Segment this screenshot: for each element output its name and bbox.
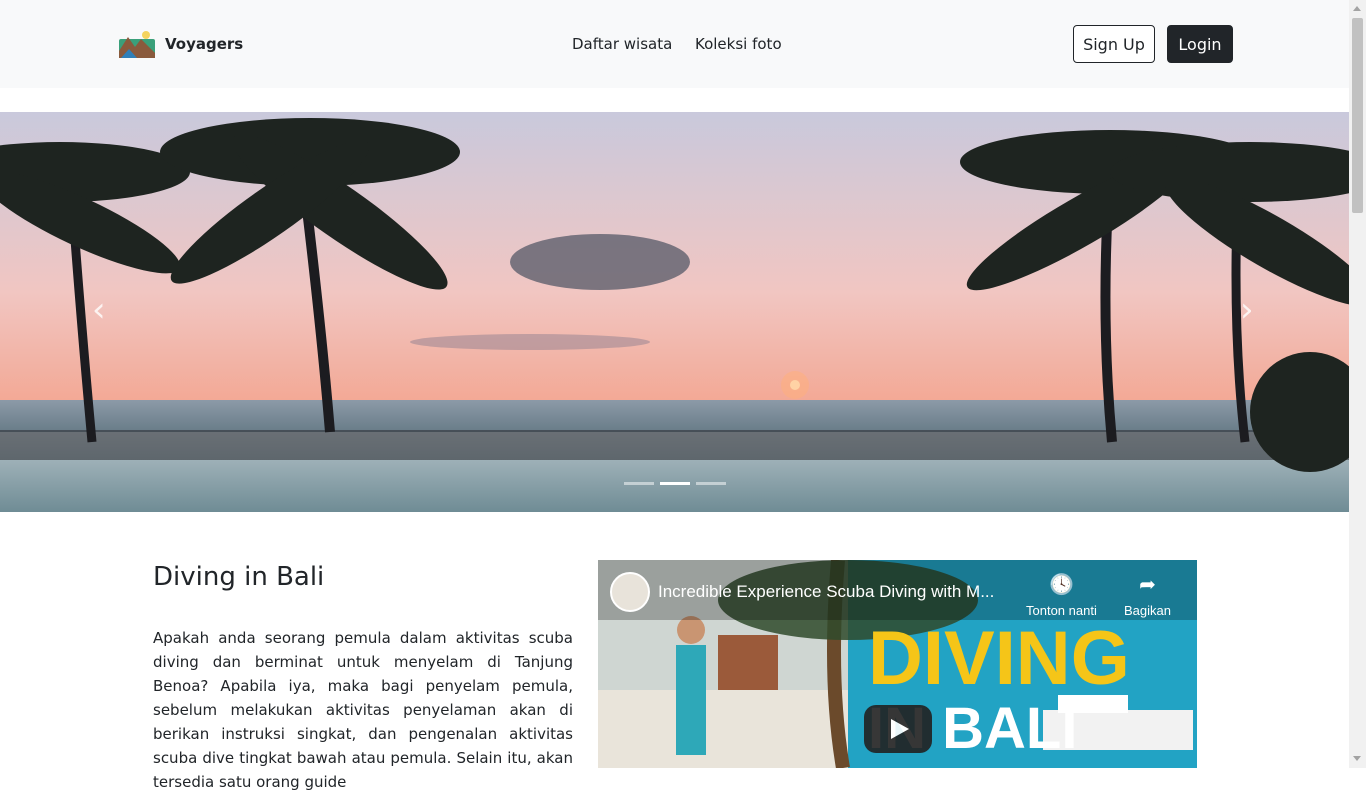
nav-link-daftar-wisata[interactable]: Daftar wisata xyxy=(572,35,672,53)
article-body: Apakah anda seorang pemula dalam aktivit… xyxy=(153,629,573,791)
watch-later-button[interactable]: 🕓 Tonton nanti xyxy=(1026,572,1097,618)
navbar: Voyagers Daftar wisata Koleksi foto Sign… xyxy=(0,0,1349,88)
page-scrollbar[interactable] xyxy=(1349,0,1366,768)
channel-avatar[interactable] xyxy=(610,572,650,612)
clock-icon: 🕓 xyxy=(1048,574,1074,596)
carousel-next-control[interactable]: › xyxy=(1240,293,1254,327)
scrollbar-thumb[interactable] xyxy=(1352,18,1363,213)
share-button[interactable]: ➦ Bagikan xyxy=(1124,572,1171,618)
nav-link-koleksi-foto[interactable]: Koleksi foto xyxy=(695,35,782,53)
hero-carousel xyxy=(0,112,1349,512)
signup-button[interactable]: Sign Up xyxy=(1073,25,1155,63)
login-button[interactable]: Login xyxy=(1167,25,1233,63)
hero-image xyxy=(0,112,1349,512)
brand-name: Voyagers xyxy=(165,35,244,53)
scroll-up-arrow-icon[interactable] xyxy=(1353,6,1361,11)
brand-link[interactable]: Voyagers xyxy=(119,29,243,59)
video-embed[interactable]: Incredible Experience Scuba Diving with … xyxy=(598,560,1197,768)
carousel-indicator-active[interactable] xyxy=(660,482,690,485)
mountain-logo-icon xyxy=(119,31,155,58)
scroll-down-arrow-icon[interactable] xyxy=(1353,756,1361,761)
video-title[interactable]: Incredible Experience Scuba Diving with … xyxy=(658,582,994,602)
carousel-prev-control[interactable]: ‹ xyxy=(92,293,106,327)
thumbnail-text-diving: DIVING xyxy=(868,616,1130,701)
share-label: Bagikan xyxy=(1124,603,1171,618)
carousel-indicator[interactable] xyxy=(624,482,654,485)
article-title: Diving in Bali xyxy=(153,562,325,592)
carousel-indicators xyxy=(624,482,726,485)
carousel-indicator[interactable] xyxy=(696,482,726,485)
share-icon: ➦ xyxy=(1139,574,1156,596)
play-button[interactable] xyxy=(864,705,932,753)
